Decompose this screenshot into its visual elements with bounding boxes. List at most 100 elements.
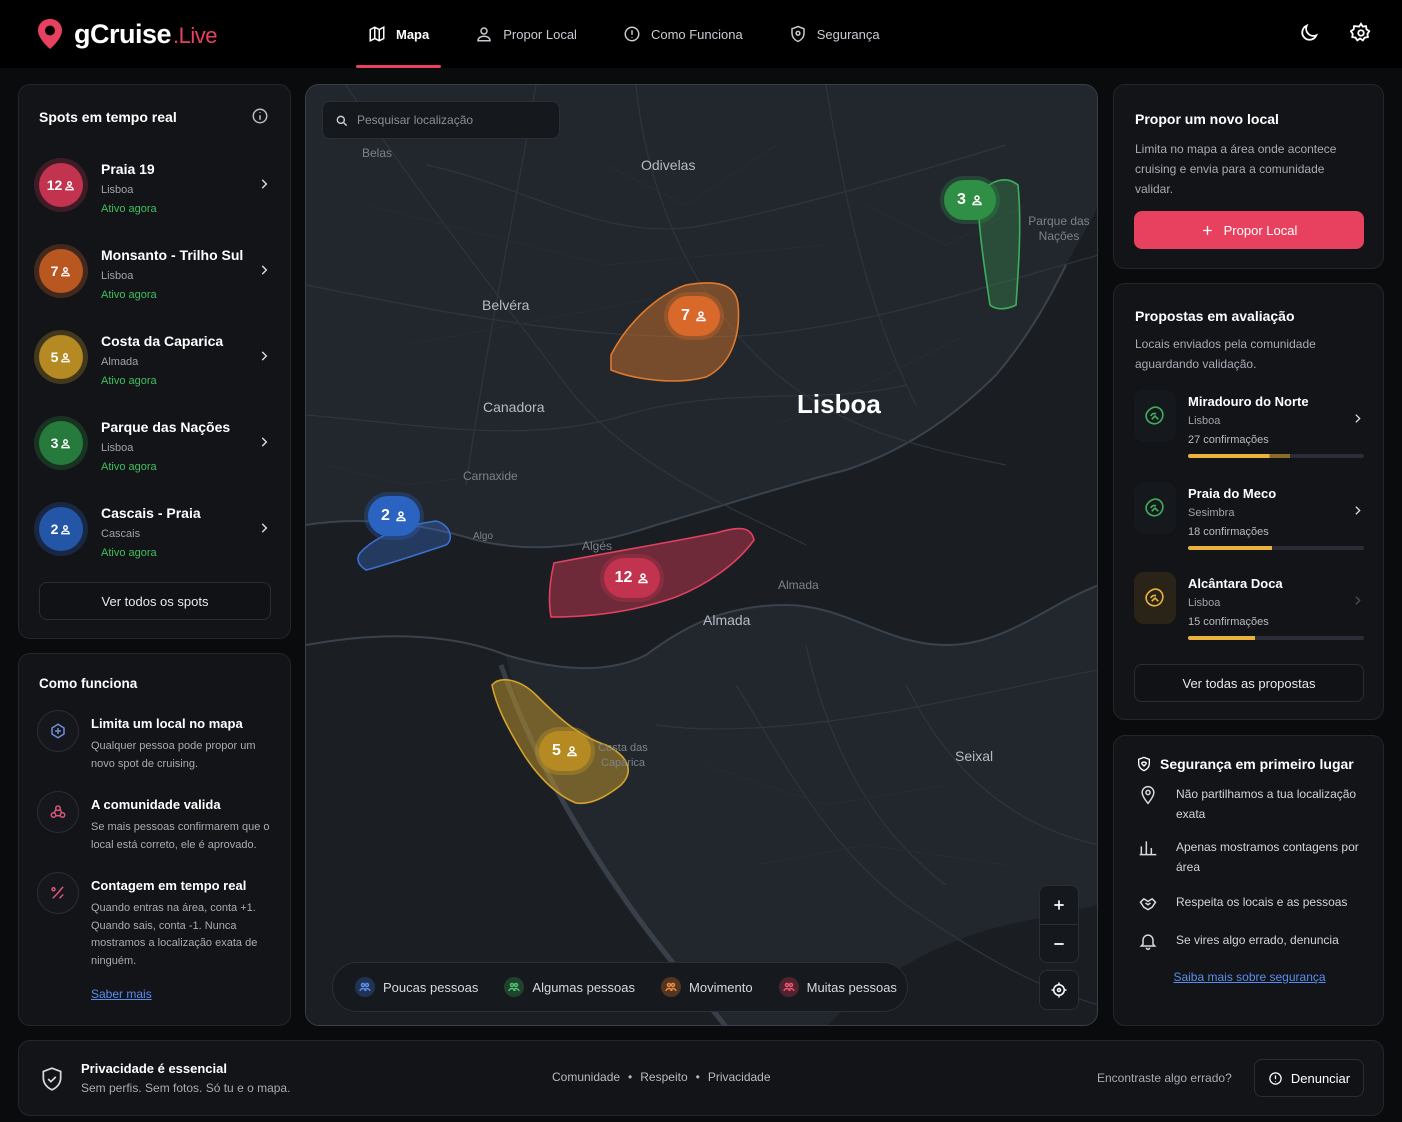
spot-count-badge: 12 bbox=[39, 163, 83, 207]
how-step-1: Limita um local no mapa Qualquer pessoa … bbox=[37, 710, 287, 780]
dark-mode-toggle[interactable] bbox=[1296, 20, 1322, 46]
spot-count-badge: 2 bbox=[39, 507, 83, 551]
area-polygon-icon bbox=[1145, 588, 1164, 607]
locate-me-button[interactable] bbox=[1040, 971, 1078, 1009]
proposal-progress-bar bbox=[1188, 636, 1364, 640]
chevron-right-icon bbox=[1355, 414, 1361, 423]
map-marker-costa[interactable]: 5 bbox=[539, 731, 591, 771]
brand-name: gCruise.Live bbox=[74, 18, 218, 49]
proposal-progress-bar bbox=[1188, 546, 1364, 550]
map-marker-praia19[interactable]: 12 bbox=[604, 558, 660, 598]
spot-item-monsanto[interactable]: 7 Monsanto - Trilho Sul Lisboa Ativo ago… bbox=[39, 241, 271, 311]
zoom-out-button[interactable] bbox=[1040, 924, 1078, 962]
safety-learn-more-link[interactable]: Saiba mais sobre segurança bbox=[1114, 970, 1385, 984]
locate-control bbox=[1039, 970, 1079, 1010]
people-icon bbox=[661, 977, 682, 997]
map-marker-monsanto[interactable]: 7 bbox=[668, 296, 720, 336]
place-label: Canadora bbox=[483, 399, 545, 415]
proposal-item[interactable]: Praia do Meco Sesimbra 18 confirmações bbox=[1134, 482, 1364, 558]
spot-status: Ativo agora bbox=[101, 203, 157, 215]
person-icon bbox=[567, 746, 577, 757]
safety-panel: Segurança em primeiro lugar Não partilha… bbox=[1113, 735, 1384, 1026]
bar-chart-icon bbox=[1139, 841, 1157, 856]
view-all-proposals-button[interactable]: Ver todas as propostas bbox=[1134, 664, 1364, 702]
map-view[interactable]: Belas Odivelas Belvéra Canadora Carnaxid… bbox=[305, 84, 1098, 1026]
learn-more-link[interactable]: Saber mais bbox=[91, 987, 152, 1001]
minus-icon bbox=[1054, 942, 1064, 945]
person-icon bbox=[61, 266, 71, 276]
location-off-icon bbox=[1141, 785, 1155, 805]
place-label: Costa das Caparica bbox=[598, 742, 648, 769]
map-legend: Poucas pessoas Algumas pessoas Movimento… bbox=[332, 962, 908, 1012]
spot-item-praia-19[interactable]: 12 Praia 19 Lisboa Ativo agora bbox=[39, 155, 271, 225]
shield-check-icon bbox=[42, 1067, 62, 1091]
footer-subtitle: Sem perfis. Sem fotos. Só tu e o mapa. bbox=[81, 1081, 291, 1095]
people-icon bbox=[355, 977, 375, 997]
spot-city: Cascais bbox=[101, 528, 141, 540]
footer-links: Comunidade • Respeito • Privacidade bbox=[552, 1070, 771, 1084]
spot-item-costa-caparica[interactable]: 5 Costa da Caparica Almada Ativo agora bbox=[39, 327, 271, 397]
realtime-count-icon bbox=[51, 886, 64, 899]
safety-item: Respeita os locais e as pessoas bbox=[1138, 892, 1368, 914]
spots-info-button[interactable] bbox=[251, 107, 269, 130]
spot-count-badge: 5 bbox=[39, 335, 83, 379]
proposal-item[interactable]: Alcântara Doca Lisboa 15 confirmações bbox=[1134, 572, 1364, 648]
map-icon bbox=[369, 26, 385, 42]
footer-link-privacidade[interactable]: Privacidade bbox=[708, 1070, 771, 1084]
nav-item-propor-local[interactable]: Propor Local bbox=[463, 0, 589, 68]
spot-status: Ativo agora bbox=[101, 461, 157, 473]
person-icon bbox=[396, 511, 406, 522]
map-background bbox=[306, 85, 1097, 1025]
legend-item: Muitas pessoas bbox=[778, 977, 897, 997]
zoom-in-button[interactable] bbox=[1040, 886, 1078, 924]
how-it-works-panel: Como funciona Limita um local no mapa Qu… bbox=[18, 653, 291, 1026]
chevron-right-icon bbox=[261, 265, 268, 275]
proposals-panel: Propostas em avaliação Locais enviados p… bbox=[1113, 283, 1384, 720]
footer-link-respeito[interactable]: Respeito bbox=[640, 1070, 687, 1084]
user-icon bbox=[477, 27, 491, 42]
report-button[interactable]: Denunciar bbox=[1254, 1059, 1364, 1097]
handshake-icon bbox=[1139, 897, 1157, 911]
footer-link-comunidade[interactable]: Comunidade bbox=[552, 1070, 620, 1084]
propose-local-button[interactable]: Propor Local bbox=[1134, 211, 1364, 249]
map-search[interactable] bbox=[322, 101, 560, 139]
logo[interactable]: gCruise.Live bbox=[36, 18, 218, 50]
spot-item-cascais[interactable]: 2 Cascais - Praia Cascais Ativo agora bbox=[39, 499, 271, 569]
chevron-right-icon bbox=[1355, 596, 1361, 605]
spot-item-parque-nacoes[interactable]: 3 Parque das Nações Lisboa Ativo agora bbox=[39, 413, 271, 483]
safety-item: Não partilhamos a tua localização exata bbox=[1138, 784, 1368, 824]
person-icon bbox=[61, 524, 71, 534]
plus-icon bbox=[1054, 900, 1064, 910]
propose-desc: Limita no mapa a área onde acontece crui… bbox=[1135, 142, 1337, 196]
place-label: Belvéra bbox=[482, 297, 530, 313]
bell-icon bbox=[1139, 934, 1157, 951]
map-marker-cascais[interactable]: 2 bbox=[368, 496, 420, 536]
person-icon bbox=[61, 352, 71, 362]
person-icon bbox=[61, 438, 71, 448]
spot-name: Parque das Nações bbox=[101, 419, 231, 435]
map-marker-parque[interactable]: 3 bbox=[944, 180, 996, 220]
chevron-right-icon bbox=[261, 179, 268, 189]
person-icon bbox=[638, 573, 649, 584]
how-step-3: Contagem em tempo real Quando entras na … bbox=[37, 872, 287, 972]
view-all-spots-button[interactable]: Ver todos os spots bbox=[39, 582, 271, 620]
nav-item-seguranca[interactable]: Segurança bbox=[777, 0, 892, 68]
spots-title: Spots em tempo real bbox=[39, 109, 177, 125]
safety-item: Se vires algo errado, denuncia bbox=[1138, 930, 1368, 952]
spot-status: Ativo agora bbox=[101, 547, 157, 559]
propose-title: Propor um novo local bbox=[1135, 111, 1279, 127]
map-search-input[interactable] bbox=[357, 113, 547, 127]
place-label-lisboa: Lisboa bbox=[797, 389, 881, 419]
nav-item-como-funciona[interactable]: Como Funciona bbox=[611, 0, 755, 68]
legend-item: Algumas pessoas bbox=[504, 977, 635, 997]
proposal-item[interactable]: Miradouro do Norte Lisboa 27 confirmaçõe… bbox=[1134, 390, 1364, 466]
spot-name: Cascais - Praia bbox=[101, 505, 201, 521]
people-icon bbox=[504, 977, 525, 997]
spot-city: Almada bbox=[101, 356, 139, 368]
spot-name: Praia 19 bbox=[101, 161, 155, 177]
spot-name: Costa da Caparica bbox=[101, 333, 224, 349]
how-title: Como funciona bbox=[39, 676, 138, 691]
community-icon bbox=[50, 805, 66, 818]
settings-button[interactable] bbox=[1348, 20, 1374, 46]
nav-item-mapa[interactable]: Mapa bbox=[356, 0, 442, 68]
